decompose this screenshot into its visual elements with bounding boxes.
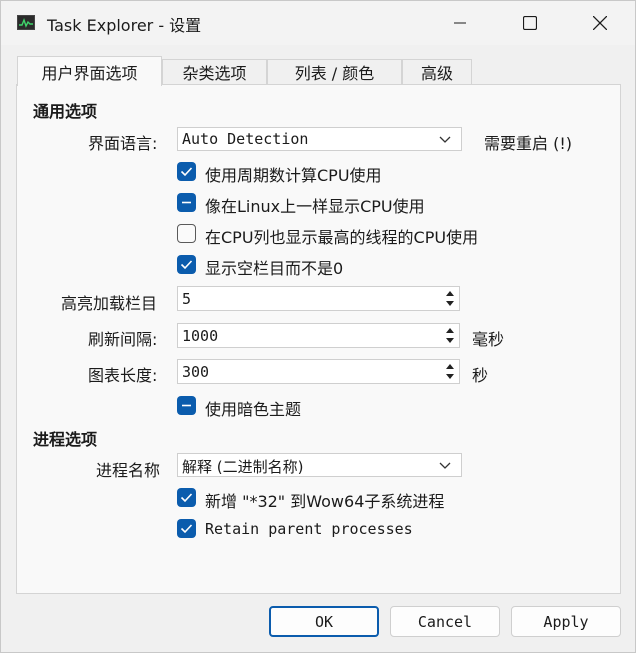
cycle-cpu-checkbox[interactable]: [177, 162, 196, 181]
language-select[interactable]: Auto Detection: [177, 127, 462, 151]
retain-parent-label: Retain parent processes: [205, 520, 413, 538]
maximize-icon: [523, 16, 537, 30]
process-name-select[interactable]: 解释 (二进制名称): [177, 453, 462, 477]
tab-advanced[interactable]: 高级: [402, 59, 472, 84]
dark-theme-label: 使用暗色主题: [205, 400, 302, 419]
checkmark-icon: [180, 493, 193, 503]
task-explorer-app-icon: [17, 15, 35, 30]
thread-cpu-label: 在CPU列也显示最高的线程的CPU使用: [205, 228, 479, 247]
minimize-icon: [454, 22, 466, 24]
process-name-value: 解释 (二进制名称): [182, 458, 304, 476]
language-select-value: Auto Detection: [182, 130, 309, 148]
chevron-down-icon: [439, 136, 451, 143]
highlight-label: 高亮加载栏目: [61, 294, 158, 313]
process-section-title: 进程选项: [33, 430, 98, 449]
language-label: 界面语言:: [88, 134, 158, 153]
window-title: Task Explorer - 设置: [47, 16, 202, 35]
tab-ui-options[interactable]: 用户界面选项: [17, 56, 162, 86]
checkmark-icon: [180, 167, 193, 177]
title-bar: Task Explorer - 设置: [1, 1, 635, 45]
cancel-button[interactable]: Cancel: [390, 606, 500, 637]
graph-length-spinbox[interactable]: 300: [177, 359, 460, 384]
spin-arrows-icon[interactable]: [443, 361, 457, 382]
graph-length-label: 图表长度:: [88, 366, 158, 385]
minimize-button[interactable]: [437, 1, 483, 45]
close-icon: [593, 16, 607, 30]
dark-theme-checkbox[interactable]: [177, 396, 196, 415]
apply-button[interactable]: Apply: [511, 606, 621, 637]
close-button[interactable]: [577, 1, 623, 45]
tab-panel: 通用选项 界面语言: Auto Detection 需要重启 (!) 使用周期数…: [16, 84, 621, 594]
restart-note: 需要重启 (!): [484, 134, 572, 153]
thread-cpu-checkbox[interactable]: [177, 224, 196, 243]
tab-list-colors[interactable]: 列表 / 颜色: [267, 59, 402, 84]
checkmark-icon: [180, 524, 193, 534]
linux-cpu-label: 像在Linux上一样显示CPU使用: [205, 197, 425, 216]
refresh-spinbox[interactable]: 1000: [177, 323, 460, 348]
spin-arrows-icon[interactable]: [443, 288, 457, 309]
tab-misc-options[interactable]: 杂类选项: [162, 59, 267, 84]
graph-length-value: 300: [182, 363, 210, 381]
show-empty-label: 显示空栏目而不是0: [205, 259, 344, 278]
graph-length-unit: 秒: [472, 366, 489, 385]
retain-parent-checkbox[interactable]: [177, 519, 196, 538]
wow64-label: 新增 "*32" 到Wow64子系统进程: [205, 492, 445, 511]
spin-arrows-icon[interactable]: [443, 325, 457, 346]
wow64-checkbox[interactable]: [177, 488, 196, 507]
chevron-down-icon: [439, 462, 451, 469]
general-section-title: 通用选项: [33, 102, 98, 121]
settings-window: Task Explorer - 设置 用户界面选项 杂类选项 列表 / 颜色 高…: [0, 0, 636, 653]
cycle-cpu-label: 使用周期数计算CPU使用: [205, 166, 382, 185]
process-name-label: 进程名称: [96, 461, 161, 480]
ok-button[interactable]: OK: [269, 606, 379, 637]
show-empty-checkbox[interactable]: [177, 255, 196, 274]
highlight-spinbox[interactable]: 5: [177, 286, 460, 311]
highlight-value: 5: [182, 290, 192, 308]
indeterminate-icon: [182, 201, 191, 204]
maximize-button[interactable]: [507, 1, 553, 45]
linux-cpu-checkbox[interactable]: [177, 193, 196, 212]
refresh-value: 1000: [182, 327, 219, 345]
refresh-unit: 毫秒: [472, 330, 505, 349]
indeterminate-icon: [182, 404, 191, 407]
refresh-label: 刷新间隔:: [88, 330, 158, 349]
checkmark-icon: [180, 260, 193, 270]
